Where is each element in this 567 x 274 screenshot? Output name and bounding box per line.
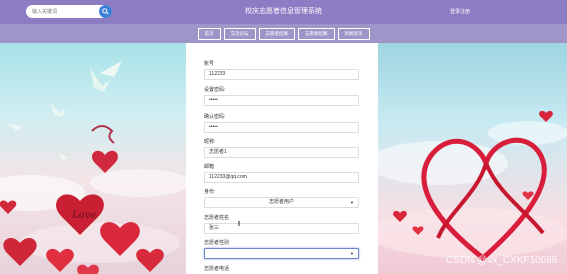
nickname-label: 昵称:: [204, 139, 216, 145]
confirm-password-label: 确认密码:: [204, 114, 226, 120]
password-field[interactable]: •••••: [204, 95, 359, 106]
nav-news[interactable]: 新闻资讯: [337, 27, 370, 40]
site-title: 校庆志愿者信息管理系统: [245, 8, 322, 15]
nickname-field[interactable]: 志愿者1: [204, 147, 359, 158]
svg-text:Love: Love: [71, 210, 96, 221]
header-bar: 校庆志愿者信息管理系统 登录注册: [0, 0, 567, 24]
email-label: 邮箱: [204, 164, 215, 170]
nav-volunteer-recruit-2[interactable]: 志愿者招募: [298, 27, 335, 40]
confirm-password-field[interactable]: •••••: [204, 122, 359, 133]
watermark: CSDN @vx_CXKF10088: [446, 255, 558, 266]
nav-forum[interactable]: 交流论坛: [223, 27, 256, 40]
password-label: 设置密码:: [204, 87, 226, 93]
register-form-panel: 账号 112233 设置密码: ••••• 确认密码: ••••• 昵称: 志愿…: [186, 43, 378, 274]
account-label: 账号: [204, 61, 215, 67]
account-field[interactable]: 112233: [204, 69, 359, 80]
left-background-image: Love: [0, 43, 186, 274]
nav-home[interactable]: 首页: [197, 27, 221, 40]
chevron-down-icon: ▼: [350, 251, 354, 256]
email-field[interactable]: 112233@qq.com: [204, 172, 359, 183]
right-background-image: [378, 43, 567, 274]
identity-label: 身份:: [204, 189, 216, 195]
identity-select[interactable]: 志愿者用户 ▼: [204, 197, 359, 208]
login-register-link[interactable]: 登录注册: [450, 8, 470, 15]
volunteer-name-field[interactable]: 张三: [204, 223, 359, 234]
volunteer-gender-label: 志愿者性别: [204, 240, 230, 246]
chevron-down-icon: ▼: [350, 200, 354, 205]
volunteer-name-label: 志愿者姓名: [204, 215, 230, 221]
volunteer-gender-select[interactable]: ▼: [204, 248, 359, 259]
identity-selected-value: 志愿者用户: [268, 199, 294, 205]
main-nav: 首页 交流论坛 志愿者招募 志愿者招募 新闻资讯: [0, 24, 567, 43]
nav-volunteer-recruit[interactable]: 志愿者招募: [258, 27, 295, 40]
volunteer-phone-label: 志愿者电话: [204, 266, 230, 272]
text-cursor-icon: I: [238, 221, 240, 228]
